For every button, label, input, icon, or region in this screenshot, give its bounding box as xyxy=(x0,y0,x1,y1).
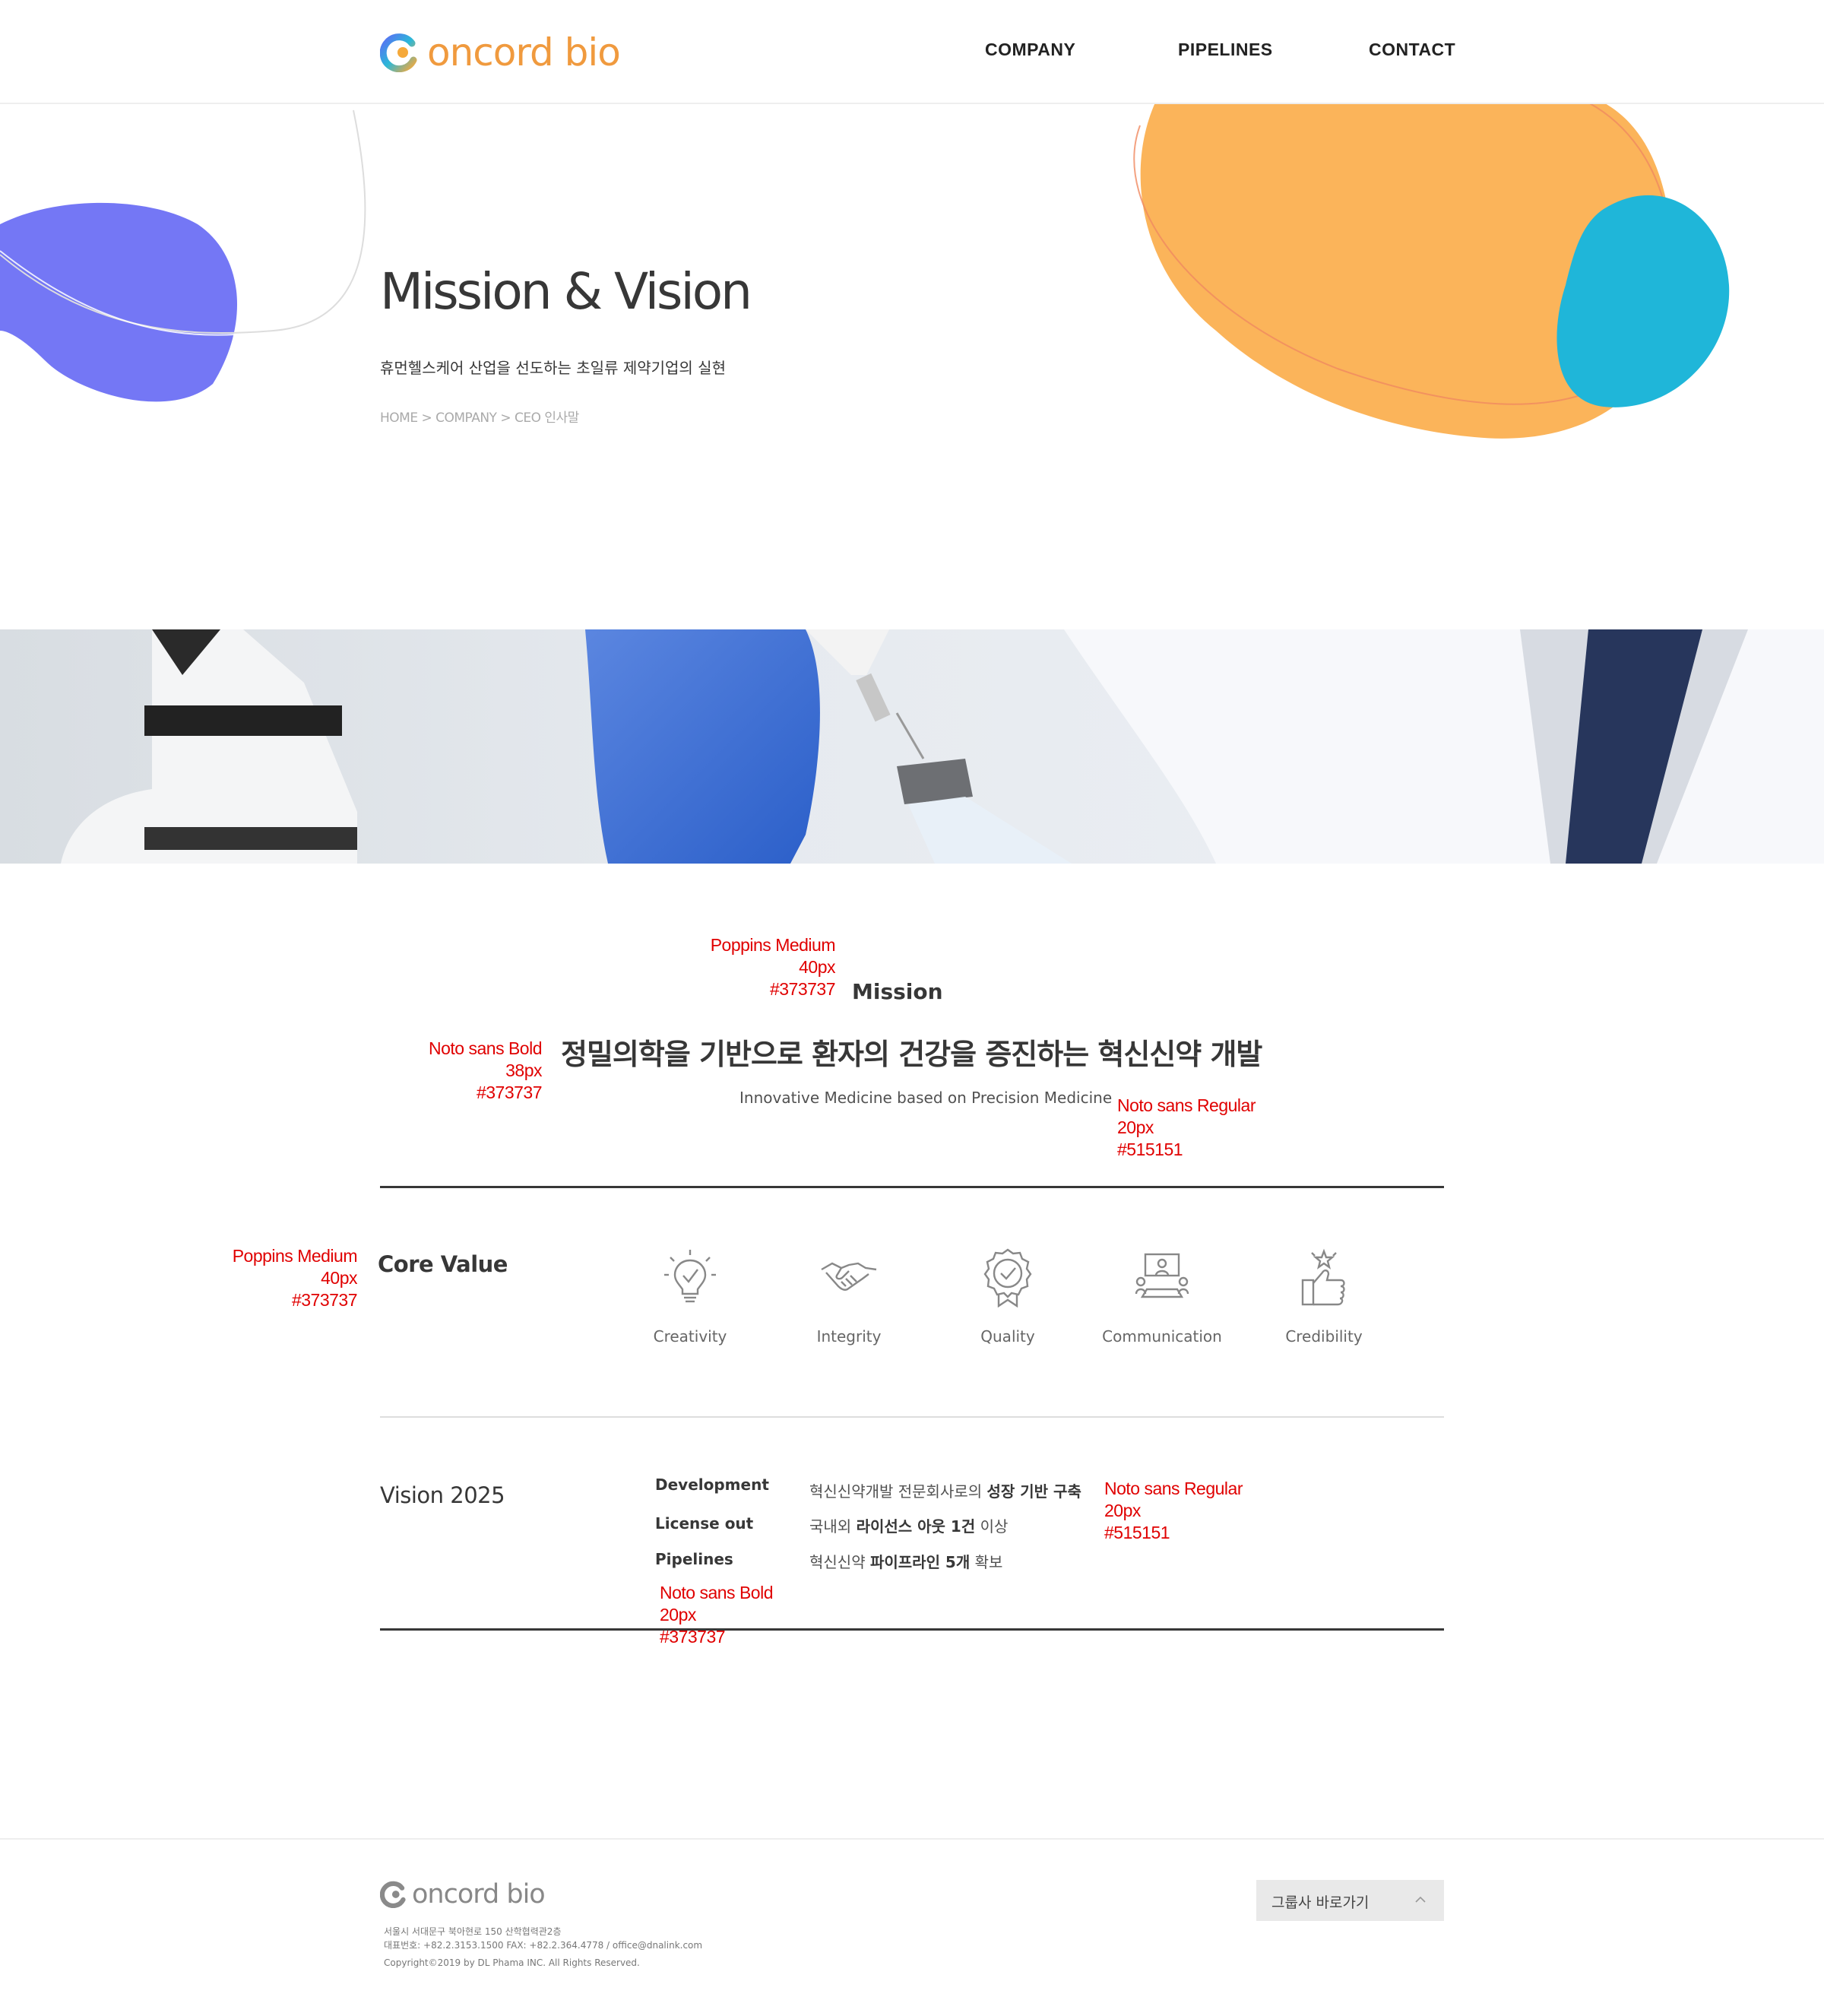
nav-pipelines[interactable]: PIPELINES xyxy=(1178,40,1273,60)
footer-contact: 대표번호: +82.2.3153.1500 FAX: +82.2.364.477… xyxy=(384,1940,703,1951)
mission-english: Innovative Medicine based on Precision M… xyxy=(739,1089,1113,1107)
footer-logo-text: oncord bio xyxy=(412,1879,546,1910)
vision-value-bold: 성장 기반 구축 xyxy=(986,1482,1081,1501)
annotation-mission-heading: Poppins Medium 40px #373737 xyxy=(684,934,836,1000)
annotation-line: Poppins Medium xyxy=(232,1246,358,1266)
vision-value: 국내외 라이선스 아웃 1건 이상 xyxy=(809,1514,1008,1536)
core-value-item: Integrity xyxy=(773,1247,925,1346)
core-value-label: Integrity xyxy=(816,1327,882,1346)
annotation-line: 20px xyxy=(1104,1501,1141,1520)
annotation-line: #515151 xyxy=(1117,1140,1183,1159)
vision-value-text: 확보 xyxy=(970,1553,1003,1571)
handshake-icon xyxy=(821,1262,877,1291)
annotation-line: Noto sans Bold xyxy=(429,1038,542,1058)
vision-key: License out xyxy=(655,1514,754,1533)
vision-value-text: 국내외 xyxy=(809,1517,857,1536)
annotation-core-value: Poppins Medium 40px #373737 xyxy=(220,1245,358,1311)
annotation-line: #373737 xyxy=(769,979,836,999)
core-value-label: Credibility xyxy=(1285,1327,1363,1346)
annotation-vision-keys: Noto sans Bold 20px #373737 xyxy=(660,1582,773,1648)
logo[interactable]: oncord bio xyxy=(380,29,621,76)
core-value-item: Communication xyxy=(1086,1247,1238,1346)
logo-mark-icon xyxy=(380,33,417,72)
vision-value-text: 혁신신약개발 전문회사로의 xyxy=(809,1482,987,1501)
annotation-line: 38px xyxy=(505,1060,542,1080)
family-site-button[interactable]: 그룹사 바로가기 xyxy=(1256,1880,1444,1921)
vision-value: 혁신신약 파이프라인 5개 확보 xyxy=(809,1550,1002,1572)
footer-logo[interactable]: oncord bio xyxy=(380,1879,546,1910)
vision-heading: Vision 2025 xyxy=(380,1482,505,1508)
vision-key: Pipelines xyxy=(655,1550,733,1568)
divider xyxy=(380,1186,1444,1188)
annotation-line: Noto sans Bold xyxy=(660,1583,773,1602)
lightbulb-icon xyxy=(664,1250,716,1303)
core-value-heading: Core Value xyxy=(378,1251,508,1277)
annotation-line: 20px xyxy=(1117,1117,1154,1137)
nav-company[interactable]: COMPANY xyxy=(985,40,1075,60)
vision-value: 혁신신약개발 전문회사로의 성장 기반 구축 xyxy=(809,1479,1081,1501)
page-title: Mission & Vision xyxy=(380,262,752,321)
vision-key: Development xyxy=(655,1476,769,1494)
site-footer xyxy=(0,1838,1824,2016)
footer-address: 서울시 서대문구 북아현로 150 산학협력관2층 xyxy=(384,1926,562,1937)
annotation-line: Noto sans Regular xyxy=(1117,1095,1256,1115)
core-value-label: Communication xyxy=(1102,1327,1222,1346)
annotation-vision-values: Noto sans Regular 20px #515151 xyxy=(1104,1478,1243,1544)
annotation-line: 40px xyxy=(799,957,835,977)
meeting-icon xyxy=(1135,1253,1189,1298)
hero-decoration xyxy=(0,103,1730,439)
mission-heading: Mission xyxy=(852,979,943,1004)
divider xyxy=(380,1416,1444,1418)
logo-text: oncord bio xyxy=(427,30,621,74)
annotation-line: Poppins Medium xyxy=(710,935,836,955)
footer-logo-mark-icon xyxy=(380,1881,406,1908)
badge-check-icon xyxy=(983,1248,1032,1308)
thumbs-up-star-icon xyxy=(1301,1248,1345,1306)
annotation-line: #515151 xyxy=(1104,1523,1170,1542)
family-site-label: 그룹사 바로가기 xyxy=(1271,1894,1370,1911)
core-value-label: Quality xyxy=(980,1327,1035,1346)
core-value-item: Creativity xyxy=(614,1247,766,1346)
core-value-item: Quality xyxy=(932,1247,1084,1346)
purple-blob xyxy=(0,202,238,402)
vision-value-text: 혁신신약 xyxy=(809,1553,870,1571)
annotation-line: #373737 xyxy=(476,1082,543,1102)
annotation-line: #373737 xyxy=(291,1290,358,1310)
vision-value-bold: 파이프라인 5개 xyxy=(869,1553,971,1571)
vision-value-bold: 라이선스 아웃 1건 xyxy=(856,1517,976,1536)
annotation-line: 40px xyxy=(321,1268,357,1288)
page-subtitle: 휴먼헬스케어 산업을 선도하는 초일류 제약기업의 실현 xyxy=(380,359,726,377)
breadcrumb: HOME > COMPANY > CEO 인사말 xyxy=(380,410,579,426)
mission-statement: 정밀의학을 기반으로 환자의 건강을 증진하는 혁신신약 개발 xyxy=(561,1038,1262,1071)
lab-photo-banner xyxy=(0,629,1824,864)
annotation-line: Noto sans Regular xyxy=(1104,1479,1243,1498)
chevron-up-icon xyxy=(1415,1896,1426,1903)
core-value-label: Creativity xyxy=(653,1327,727,1346)
core-value-item: Credibility xyxy=(1248,1247,1400,1346)
annotation-line: 20px xyxy=(660,1605,696,1625)
site-header: oncord bio COMPANY PIPELINES CONTACT xyxy=(0,0,1824,104)
divider xyxy=(380,1628,1444,1631)
footer-copyright: Copyright©2019 by DL Phama INC. All Righ… xyxy=(384,1957,640,1968)
annotation-mission-statement: Noto sans Bold 38px #373737 xyxy=(395,1038,542,1104)
vision-value-text: 이상 xyxy=(975,1517,1009,1536)
nav-contact[interactable]: CONTACT xyxy=(1369,40,1455,60)
annotation-mission-english: Noto sans Regular 20px #515151 xyxy=(1117,1095,1256,1161)
